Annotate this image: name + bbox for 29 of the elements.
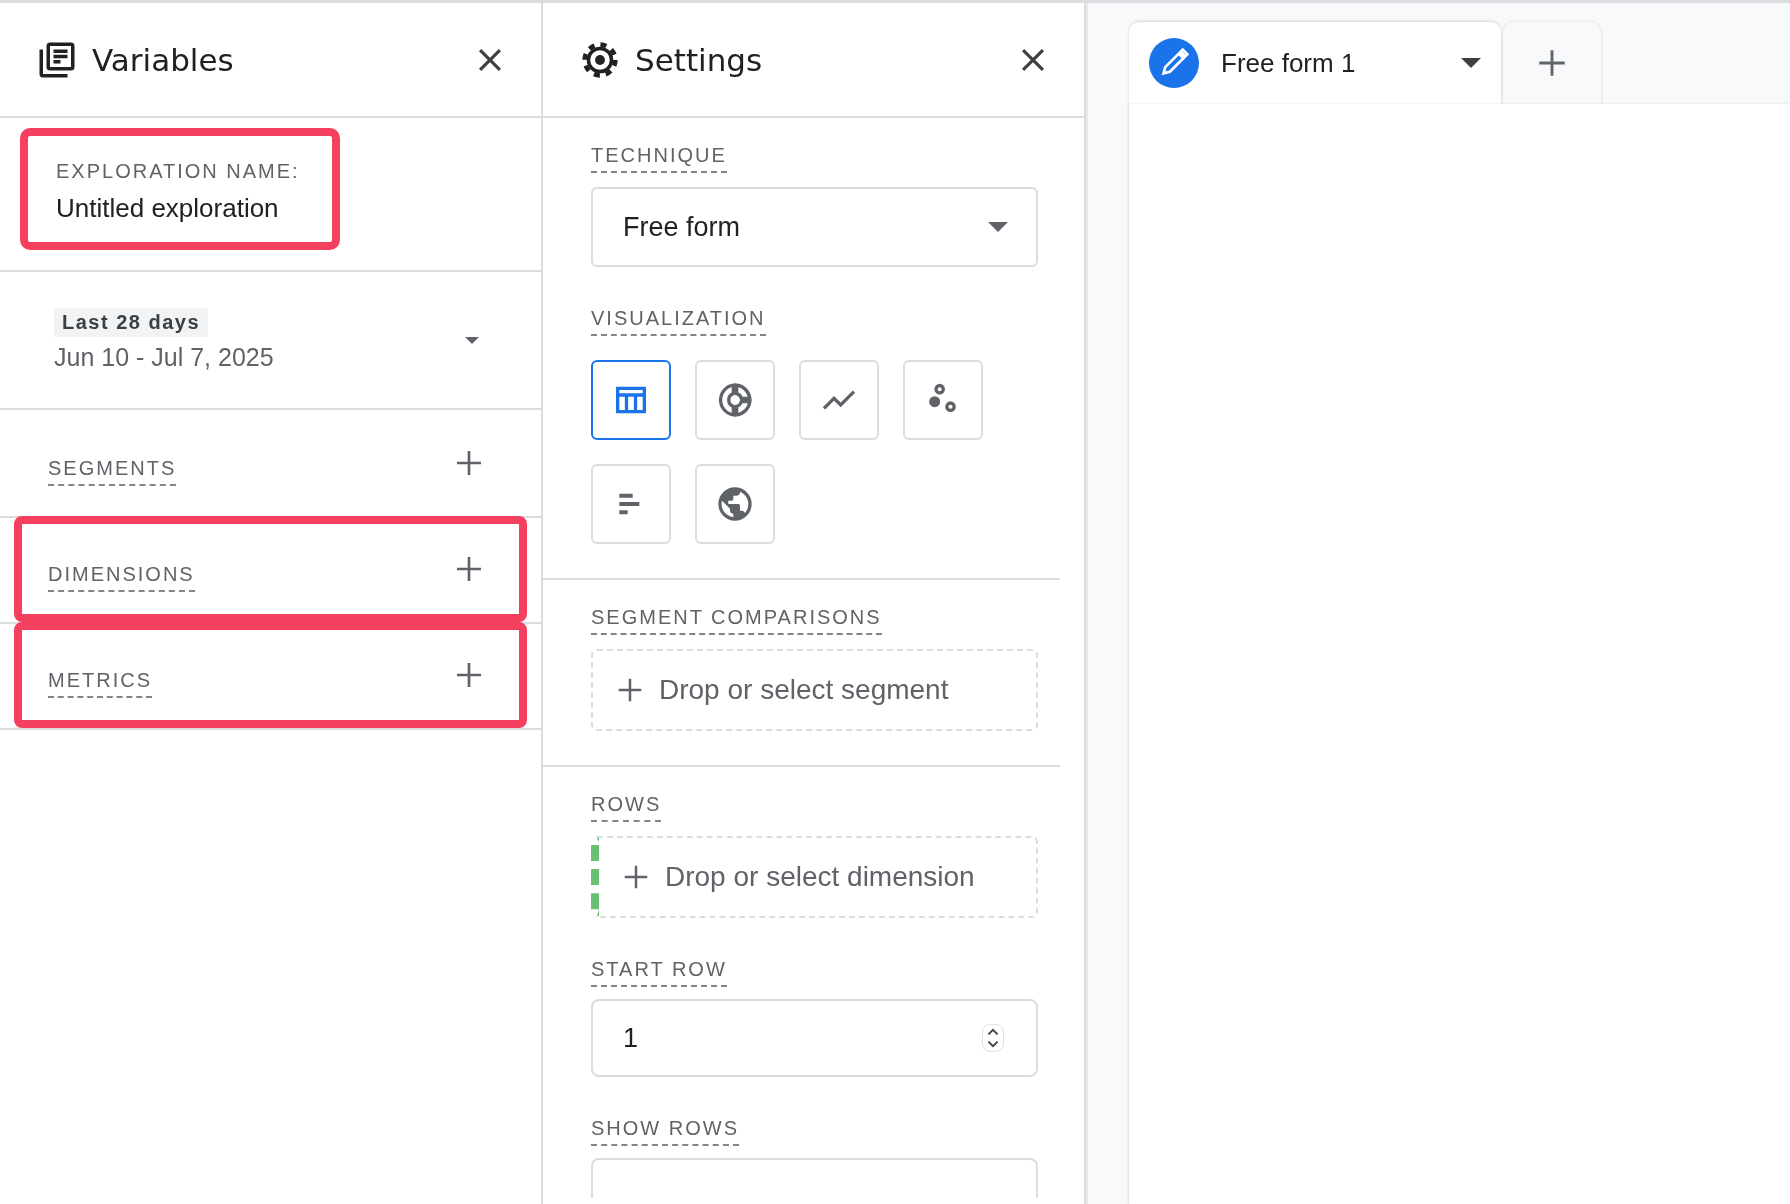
field-label: ROWS <box>591 793 662 822</box>
pencil-icon <box>1149 38 1199 88</box>
field-label: SEGMENT COMPARISONS <box>591 606 882 635</box>
tab[interactable]: Free form 1 <box>1129 22 1501 104</box>
field-label: EXPLORATION NAME: <box>56 160 300 183</box>
dimension-drop-zone[interactable]: Drop or select dimension <box>591 836 1038 918</box>
field-value: Untitled exploration <box>56 193 280 224</box>
spinner-icon[interactable] <box>982 1023 1004 1053</box>
exploration-name-field[interactable]: EXPLORATION NAME: Untitled exploration <box>20 128 340 250</box>
panel-title: Variables <box>92 41 235 78</box>
section-label: SEGMENTS <box>48 456 177 486</box>
segment-drop-zone[interactable]: Drop or select segment <box>591 649 1038 731</box>
visualization-button[interactable] <box>591 360 671 440</box>
date-range-text: Jun 10 - Jul 7, 2025 <box>54 343 274 372</box>
caret-icon[interactable] <box>465 336 479 344</box>
field-label: START ROW <box>591 958 727 987</box>
panel-title: Settings <box>635 41 764 78</box>
start-row-field[interactable]: 1 <box>591 999 1038 1077</box>
field-label: SHOW ROWS <box>591 1117 739 1146</box>
globe-icon <box>715 484 755 524</box>
field-label: TECHNIQUE <box>591 144 727 173</box>
date-preset-chip: Last 28 days <box>54 308 209 337</box>
technique-dropdown[interactable]: Free form <box>591 187 1038 267</box>
caret-icon[interactable] <box>1461 58 1481 68</box>
caret-icon <box>988 222 1008 232</box>
field-label: VISUALIZATION <box>591 307 766 336</box>
show-rows-field[interactable] <box>591 1158 1038 1198</box>
section-label: METRICS <box>48 668 152 698</box>
section-label: DIMENSIONS <box>48 562 195 592</box>
